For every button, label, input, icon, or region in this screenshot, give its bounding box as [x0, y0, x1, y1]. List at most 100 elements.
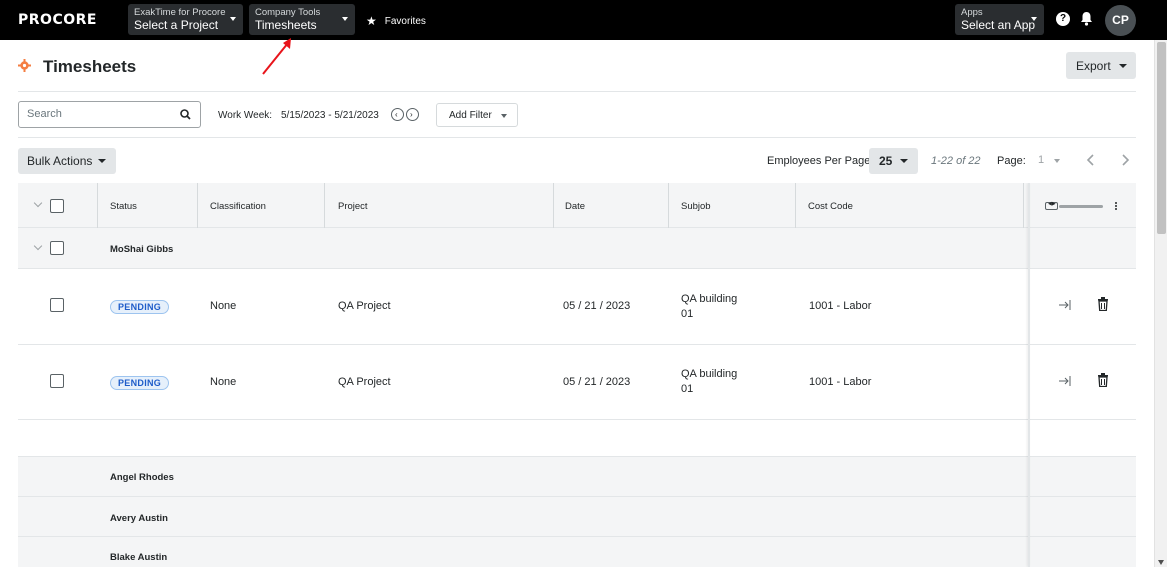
chevron-down-icon: [1031, 17, 1037, 21]
pagination-range: 1-22 of 22: [931, 155, 981, 167]
employee-name: MoShai Gibbs: [110, 244, 174, 255]
annotation-arrow-icon: [262, 38, 291, 75]
trash-icon[interactable]: [1097, 373, 1109, 387]
next-week-button[interactable]: ›: [406, 108, 419, 121]
search-field[interactable]: [18, 101, 201, 128]
transfer-icon[interactable]: [1058, 299, 1072, 311]
column-header-classification[interactable]: Classification: [210, 201, 266, 212]
column-divider: [97, 183, 98, 228]
column-divider: [553, 183, 554, 228]
chevron-down-icon: [98, 159, 106, 163]
apps-selector-label: Apps: [961, 7, 983, 18]
column-resize-icon[interactable]: ◀▶: [1045, 201, 1058, 210]
chevron-down-icon[interactable]: [33, 241, 43, 251]
chevron-left-icon[interactable]: [1086, 154, 1096, 166]
chevron-down-icon[interactable]: [33, 198, 43, 208]
chevron-down-icon: [1054, 159, 1060, 163]
divider: [18, 91, 1136, 92]
tool-selector-label: Company Tools: [255, 7, 321, 18]
status-badge: PENDING: [110, 300, 170, 314]
column-divider: [324, 183, 325, 228]
column-divider: [1023, 183, 1024, 228]
column-header-subjob[interactable]: Subjob: [681, 201, 711, 212]
subjob-cell: QA building 01: [681, 293, 738, 320]
column-divider: [795, 183, 796, 228]
chevron-down-icon: [230, 17, 236, 21]
work-week-label: Work Week:: [218, 110, 273, 121]
column-header-project[interactable]: Project: [338, 201, 368, 212]
chevron-right-icon: ›: [410, 110, 413, 119]
employees-per-page-select[interactable]: 25: [869, 148, 918, 174]
page-title: Timesheets: [43, 57, 137, 76]
project-selector-value: Select a Project: [134, 18, 219, 32]
search-input[interactable]: [27, 108, 167, 120]
status-badge: PENDING: [110, 376, 170, 390]
column-header-status[interactable]: Status: [110, 201, 137, 212]
favorites-button[interactable]: ★ Favorites: [366, 14, 426, 28]
apps-selector[interactable]: Apps Select an App: [955, 4, 1044, 35]
page-select[interactable]: 1: [1038, 154, 1060, 166]
apps-selector-value: Select an App: [961, 18, 1036, 32]
column-header-date[interactable]: Date: [565, 201, 585, 212]
vertical-scrollbar[interactable]: [1154, 40, 1167, 567]
procore-logo[interactable]: PROCORE: [18, 12, 97, 28]
project-cell: QA Project: [338, 300, 391, 312]
subjob-cell: QA building 01: [681, 368, 738, 395]
column-divider: [668, 183, 669, 228]
chevron-right-icon[interactable]: [1120, 154, 1130, 166]
classification-cell: None: [210, 376, 237, 388]
group-row[interactable]: Blake Austin: [18, 537, 1136, 567]
trash-icon[interactable]: [1097, 297, 1109, 311]
chevron-down-icon: [900, 159, 908, 163]
group-row[interactable]: Avery Austin: [18, 497, 1136, 537]
employees-per-page-value: 25: [879, 154, 893, 168]
tool-selector[interactable]: Company Tools Timesheets: [249, 4, 355, 35]
column-width-slider[interactable]: [1059, 205, 1103, 208]
row-checkbox[interactable]: [50, 298, 64, 312]
employee-name: Angel Rhodes: [110, 472, 174, 483]
employees-per-page-label: Employees Per Page:: [767, 155, 874, 167]
table-header: Status Classification Project Date Subjo…: [18, 183, 1136, 228]
avatar[interactable]: CP: [1105, 5, 1136, 36]
tool-selector-value: Timesheets: [255, 18, 317, 32]
table-row[interactable]: PENDING None QA Project 05 / 21 / 2023 Q…: [18, 269, 1136, 345]
page-value: 1: [1038, 154, 1045, 166]
project-selector[interactable]: ExakTime for Procore Select a Project: [128, 4, 243, 35]
prev-week-button[interactable]: ‹: [391, 108, 404, 121]
group-row[interactable]: Angel Rhodes: [18, 457, 1136, 497]
bell-icon[interactable]: [1080, 11, 1093, 31]
cost-code-cell: 1001 - Labor: [809, 376, 872, 388]
top-nav-bar: PROCORE ExakTime for Procore Select a Pr…: [0, 0, 1167, 40]
star-icon: ★: [366, 14, 377, 28]
export-label: Export: [1076, 58, 1111, 73]
column-header-cost-code[interactable]: Cost Code: [808, 201, 853, 212]
row-checkbox[interactable]: [50, 374, 64, 388]
export-button[interactable]: Export: [1066, 52, 1136, 79]
bulk-actions-button[interactable]: Bulk Actions: [18, 148, 116, 174]
add-filter-label: Add Filter: [449, 110, 492, 121]
employee-name: Avery Austin: [110, 513, 168, 524]
page-label: Page:: [997, 155, 1026, 167]
work-week-range[interactable]: 5/15/2023 - 5/21/2023: [281, 110, 379, 121]
classification-cell: None: [210, 300, 237, 312]
project-cell: QA Project: [338, 376, 391, 388]
chevron-down-icon: [342, 17, 348, 21]
divider: [18, 137, 1136, 138]
date-cell: 05 / 21 / 2023: [563, 376, 631, 388]
group-row[interactable]: MoShai Gibbs: [18, 228, 1136, 269]
group-checkbox[interactable]: [50, 241, 64, 255]
timesheets-table: Status Classification Project Date Subjo…: [18, 183, 1136, 567]
chevron-left-icon: ‹: [395, 110, 398, 119]
project-selector-label: ExakTime for Procore: [134, 7, 226, 18]
table-row[interactable]: PENDING None QA Project 05 / 21 / 2023 Q…: [18, 345, 1136, 420]
date-cell: 05 / 21 / 2023: [563, 300, 631, 312]
more-options-icon[interactable]: [1115, 202, 1117, 210]
scrollbar-thumb[interactable]: [1157, 42, 1166, 234]
column-divider: [197, 183, 198, 228]
scroll-down-icon[interactable]: [1158, 560, 1164, 565]
add-filter-button[interactable]: Add Filter: [436, 103, 518, 127]
transfer-icon[interactable]: [1058, 375, 1072, 387]
select-all-checkbox[interactable]: [50, 199, 64, 213]
search-icon[interactable]: [180, 109, 191, 120]
help-icon[interactable]: ?: [1056, 12, 1070, 26]
